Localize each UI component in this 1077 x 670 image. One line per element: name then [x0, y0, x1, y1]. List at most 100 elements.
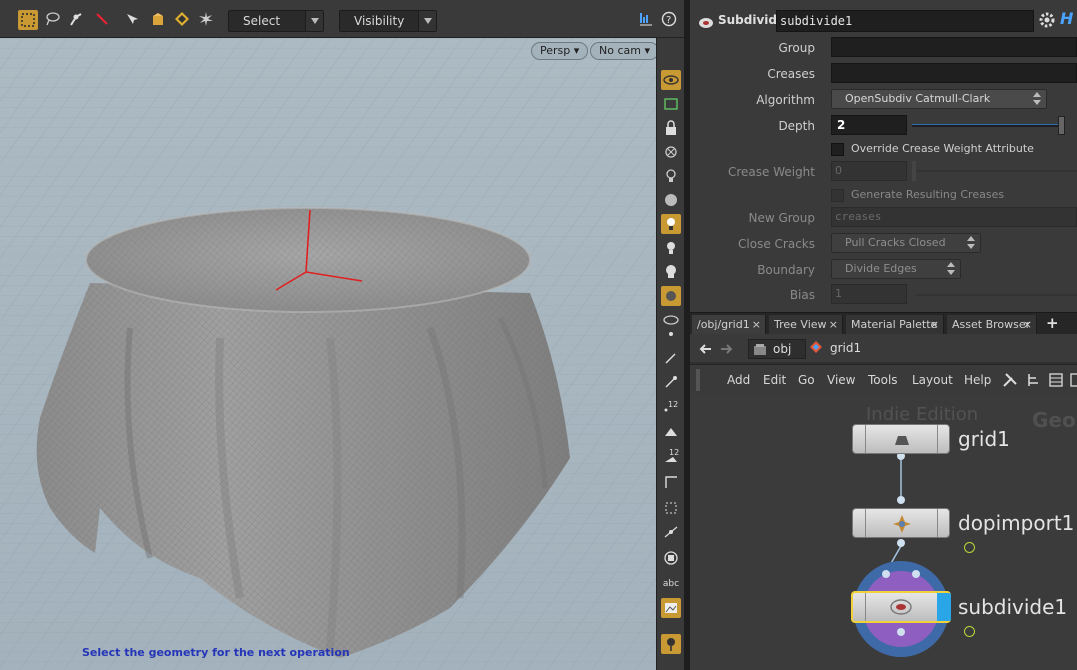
close-icon[interactable]: × [829, 315, 838, 334]
chevron-down-icon [305, 11, 323, 31]
lock-icon[interactable] [661, 118, 681, 138]
menu-tools[interactable]: Tools [868, 373, 898, 387]
new-group-field[interactable]: creases [831, 207, 1077, 227]
display-geometry-icon[interactable] [661, 286, 681, 306]
node-subdivide1[interactable] [851, 591, 951, 623]
node-dopimport1[interactable] [852, 508, 950, 538]
persp-menu-button[interactable]: Persp ▾ [531, 42, 589, 60]
display-flag[interactable] [937, 593, 951, 621]
eye-icon[interactable] [661, 70, 681, 90]
viewport-3d[interactable] [0, 38, 656, 670]
profile-display-icon[interactable] [661, 548, 681, 568]
algorithm-menu[interactable]: OpenSubdiv Catmull-Clark [831, 89, 1047, 109]
boundary-menu[interactable]: Divide Edges [831, 259, 961, 279]
laser-select-icon[interactable] [94, 11, 110, 27]
tab-label: Asset Browser [952, 318, 1031, 331]
crease-weight-slider-track[interactable] [916, 170, 1077, 172]
pick-object-icon[interactable] [124, 11, 140, 27]
camera-menu-button[interactable]: No cam ▾ [590, 42, 659, 60]
background-image-icon[interactable] [661, 598, 681, 618]
tab-asset-browser[interactable]: Asset Browser × [947, 315, 1037, 335]
grid-node-shape-icon [895, 436, 909, 445]
select-geometry-icon[interactable] [150, 11, 166, 27]
list-view-icon[interactable] [1048, 372, 1064, 392]
normals-icon[interactable] [661, 348, 681, 368]
override-crease-checkbox[interactable] [831, 143, 844, 156]
close-cracks-menu[interactable]: Pull Cracks Closed [831, 233, 981, 253]
forward-arrow-icon[interactable] [720, 341, 734, 360]
new-group-label: New Group [748, 211, 815, 225]
lighting-icon[interactable] [661, 214, 681, 234]
bias-field[interactable]: 1 [831, 284, 907, 304]
vertex-display-icon[interactable] [661, 498, 681, 518]
close-icon[interactable]: × [752, 315, 761, 334]
generate-creases-checkbox[interactable] [831, 189, 844, 202]
menu-go[interactable]: Go [798, 373, 815, 387]
creases-label: Creases [767, 67, 815, 81]
menu-edit[interactable]: Edit [763, 373, 786, 387]
point-normals-icon[interactable] [661, 372, 681, 392]
help-icon[interactable]: ? [661, 11, 677, 27]
bias-label: Bias [789, 288, 815, 302]
brush-select-icon[interactable] [68, 11, 84, 27]
close-cracks-label: Close Cracks [738, 237, 815, 251]
visibility-dropdown[interactable]: Visibility [339, 10, 437, 32]
grid-view-icon[interactable] [1070, 372, 1077, 392]
network-editor[interactable]: Indie Edition Geo grid1 dopimport1 subdi… [690, 394, 1077, 670]
tree-layout-icon[interactable] [1026, 372, 1042, 392]
select-groups-icon[interactable] [174, 11, 190, 27]
ghost-other-icon[interactable] [661, 142, 681, 162]
point-display-icon[interactable] [661, 324, 681, 344]
tab-material-palette[interactable]: Material Palette × [846, 315, 944, 335]
point-numbers-icon[interactable]: 12 [661, 396, 681, 416]
headlight-icon[interactable] [661, 166, 681, 186]
crease-weight-field[interactable]: 0 [831, 161, 907, 181]
close-icon[interactable]: × [1023, 315, 1032, 334]
override-crease-label: Override Crease Weight Attribute [851, 142, 1034, 155]
bias-slider-track[interactable] [916, 294, 1077, 296]
group-label: Group [778, 41, 815, 55]
gear-icon[interactable] [1038, 11, 1056, 29]
uv-display-icon[interactable] [661, 422, 681, 442]
depth-slider-handle[interactable] [1058, 116, 1065, 135]
depth-field[interactable]: 2 [831, 115, 907, 135]
edge-display-icon[interactable] [661, 472, 681, 492]
close-icon[interactable]: × [930, 315, 939, 334]
select-mode-dropdown[interactable]: Select [228, 10, 324, 32]
node-grid1[interactable] [852, 424, 950, 454]
hull-display-icon[interactable] [661, 522, 681, 542]
depth-slider-track[interactable] [912, 124, 1064, 127]
menu-help[interactable]: Help [964, 373, 991, 387]
add-tab-icon[interactable]: + [1046, 314, 1059, 332]
dynamics-select-icon[interactable] [198, 11, 214, 27]
tab-tree-view[interactable]: Tree View × [769, 315, 843, 335]
path-obj-button[interactable]: obj [748, 339, 806, 359]
crease-weight-label: Crease Weight [727, 165, 815, 179]
menu-layout[interactable]: Layout [912, 373, 953, 387]
shading-sphere-icon[interactable] [661, 190, 681, 210]
back-arrow-icon[interactable] [698, 341, 712, 360]
node-label-grid1: grid1 [958, 427, 1010, 451]
menu-view[interactable]: View [827, 373, 855, 387]
wrench-icon[interactable] [1002, 372, 1018, 392]
snapshot-icon[interactable] [661, 94, 681, 114]
path-node-label[interactable]: grid1 [830, 341, 861, 355]
select-tool-icon[interactable] [18, 10, 38, 30]
network-pane: /obj/grid1 × Tree View × Material Palett… [690, 312, 1077, 670]
node-name-field[interactable]: subdivide1 [776, 10, 1034, 32]
tab-label: Tree View [774, 318, 827, 331]
creases-field[interactable] [831, 63, 1077, 83]
pin-icon[interactable] [661, 634, 681, 654]
menu-add[interactable]: Add [727, 373, 750, 387]
display-options-icon[interactable] [638, 11, 654, 27]
text-display-icon[interactable]: abc [661, 574, 681, 594]
algorithm-value: OpenSubdiv Catmull-Clark [845, 92, 991, 105]
updown-icon [1032, 92, 1042, 106]
group-field[interactable] [831, 37, 1077, 57]
lasso-select-icon[interactable] [44, 11, 60, 27]
skull-icon[interactable] [661, 262, 681, 282]
prim-numbers-icon[interactable]: 12 [661, 446, 681, 466]
light-bulb-icon[interactable] [661, 238, 681, 258]
tab-obj-grid1[interactable]: /obj/grid1 × [692, 315, 766, 335]
menubar-handle[interactable] [696, 369, 700, 391]
